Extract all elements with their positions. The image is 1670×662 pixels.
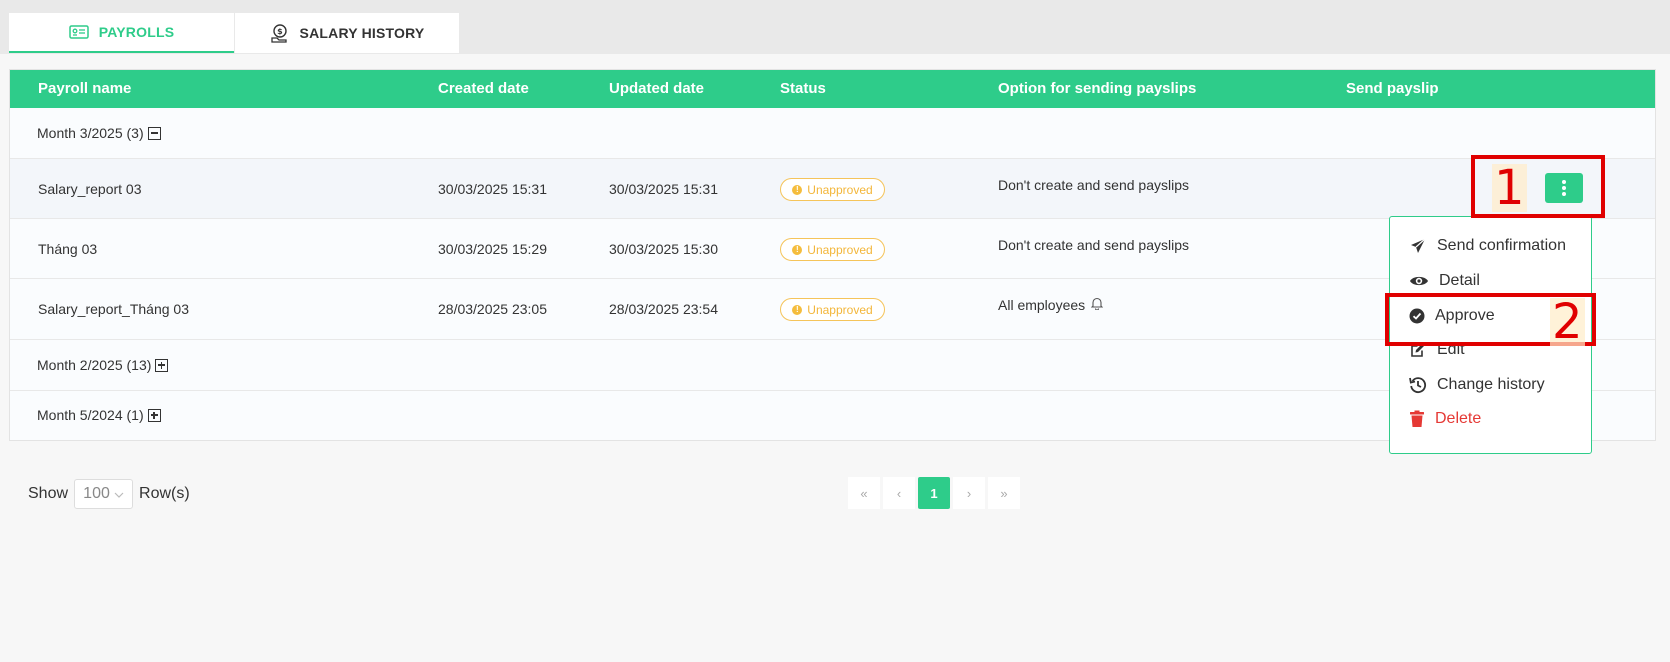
menu-item-delete[interactable]: Delete [1409, 407, 1481, 431]
page-size-control: Show 100 Row(s) [28, 479, 190, 509]
created-date: 30/03/2025 15:31 [438, 181, 547, 197]
header-payroll-name[interactable]: Payroll name [38, 70, 131, 108]
status-badge: ! Unapproved [780, 178, 885, 201]
chevron-down-icon [114, 485, 124, 503]
payroll-name: Salary_report_Tháng 03 [38, 301, 189, 317]
expand-icon[interactable] [147, 408, 161, 422]
group-label: Month 3/2025 (3) [37, 125, 144, 141]
header-sending-option[interactable]: Option for sending payslips [998, 70, 1196, 108]
sending-option: All employees [998, 297, 1086, 313]
history-icon [1409, 376, 1427, 394]
created-date: 28/03/2025 23:05 [438, 301, 547, 317]
sending-option: Don't create and send payslips [998, 177, 1190, 193]
tab-salary-history[interactable]: $ SALARY HISTORY [235, 13, 459, 53]
sending-option: Don't create and send payslips [998, 237, 1190, 253]
first-page-button[interactable]: « [848, 477, 880, 509]
created-date: 30/03/2025 15:29 [438, 241, 547, 257]
table-header: Payroll name Created date Updated date S… [10, 70, 1655, 108]
tab-payrolls[interactable]: PAYROLLS [9, 13, 234, 53]
header-send-payslip[interactable]: Send payslip [1346, 70, 1439, 108]
status-badge: ! Unapproved [780, 298, 885, 321]
warning-icon: ! [792, 184, 803, 195]
show-label: Show [28, 485, 69, 502]
warning-icon: ! [792, 304, 803, 315]
eye-icon [1409, 274, 1429, 288]
warning-icon: ! [792, 244, 803, 255]
header-created-date[interactable]: Created date [438, 70, 529, 108]
rows-per-page-select[interactable]: 100 [74, 479, 134, 509]
updated-date: 30/03/2025 15:30 [609, 241, 718, 257]
money-hand-icon: $ [270, 23, 290, 43]
tab-payrolls-label: PAYROLLS [98, 24, 175, 40]
payroll-card-icon [68, 24, 89, 40]
updated-date: 30/03/2025 15:31 [609, 181, 718, 197]
status-badge: ! Unapproved [780, 238, 885, 261]
annotation-marker-1: 1 [1492, 160, 1527, 216]
annotation-marker-2: 2 [1550, 294, 1585, 350]
payroll-name: Tháng 03 [38, 241, 98, 257]
page-1-button[interactable]: 1 [918, 477, 950, 509]
rows-label: Row(s) [139, 485, 190, 502]
payroll-name: Salary_report 03 [38, 181, 142, 197]
updated-date: 28/03/2025 23:54 [609, 301, 718, 317]
trash-icon [1409, 410, 1425, 428]
table-row[interactable]: Salary_report 03 30/03/2025 15:31 30/03/… [10, 159, 1655, 219]
pagination: « ‹ 1 › » [848, 477, 1020, 509]
group-label: Month 5/2024 (1) [37, 407, 144, 423]
expand-icon[interactable] [155, 358, 169, 372]
header-updated-date[interactable]: Updated date [609, 70, 704, 108]
prev-page-button[interactable]: ‹ [883, 477, 915, 509]
next-page-button[interactable]: › [953, 477, 985, 509]
menu-item-change-history[interactable]: Change history [1409, 373, 1545, 397]
header-status[interactable]: Status [780, 70, 826, 108]
paper-plane-icon [1409, 237, 1427, 255]
group-label: Month 2/2025 (13) [37, 357, 152, 373]
last-page-button[interactable]: » [988, 477, 1020, 509]
menu-item-detail[interactable]: Detail [1409, 269, 1480, 293]
group-row[interactable]: Month 3/2025 (3) [10, 108, 1655, 159]
menu-item-send-confirmation[interactable]: Send confirmation [1409, 234, 1566, 258]
collapse-icon[interactable] [147, 126, 161, 140]
tab-salary-history-label: SALARY HISTORY [299, 25, 425, 41]
svg-text:$: $ [277, 27, 283, 36]
bell-icon [1090, 297, 1104, 313]
